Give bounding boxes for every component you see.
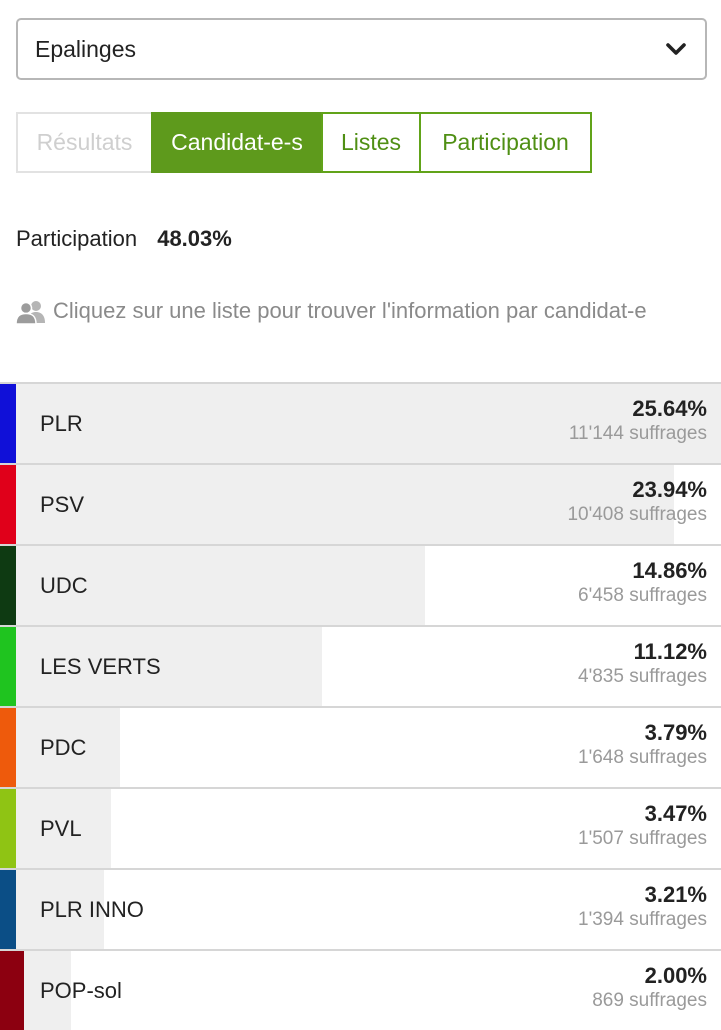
- party-list-row[interactable]: PSV 23.94% 10'408 suffrages: [0, 463, 721, 544]
- tab-listes-label: Listes: [340, 129, 402, 155]
- tab-listes[interactable]: Listes: [321, 112, 421, 173]
- tab-candidats[interactable]: Candidat-e-s: [151, 112, 323, 173]
- party-figures: 23.94% 10'408 suffrages: [567, 477, 707, 527]
- party-figures: 3.21% 1'394 suffrages: [578, 882, 707, 932]
- tab-participation-label: Participation: [442, 129, 569, 155]
- party-figures: 11.12% 4'835 suffrages: [578, 639, 707, 689]
- party-color-strip: [0, 708, 16, 787]
- party-figures: 14.86% 6'458 suffrages: [578, 558, 707, 608]
- party-votes: 6'458 suffrages: [578, 585, 707, 606]
- party-figures: 25.64% 11'144 suffrages: [569, 396, 707, 446]
- tab-candidats-label: Candidat-e-s: [171, 129, 303, 155]
- party-votes: 10'408 suffrages: [567, 504, 707, 525]
- party-figures: 3.79% 1'648 suffrages: [578, 720, 707, 770]
- tab-participation[interactable]: Participation: [419, 112, 592, 173]
- party-list-row[interactable]: PVL 3.47% 1'507 suffrages: [0, 787, 721, 868]
- party-name: PSV: [40, 492, 85, 517]
- party-color-strip: [0, 951, 24, 1030]
- users-icon: [16, 298, 46, 324]
- participation-summary: Participation 48.03%: [16, 226, 232, 252]
- party-votes: 869 suffrages: [592, 990, 707, 1011]
- tab-resultats: Résultats: [16, 112, 153, 173]
- party-name: UDC: [40, 573, 88, 598]
- party-color-strip: [0, 870, 16, 949]
- hint-message: Cliquez sur une liste pour trouver l'inf…: [16, 298, 647, 324]
- party-name: PDC: [40, 735, 87, 760]
- party-percent: 3.79%: [644, 720, 707, 745]
- party-color-strip: [0, 627, 16, 706]
- party-votes: 1'507 suffrages: [578, 828, 707, 849]
- party-votes: 1'648 suffrages: [578, 747, 707, 768]
- party-percent: 3.47%: [644, 801, 707, 826]
- party-list-results: PLR 25.64% 11'144 suffrages PSV 23.94% 10'408…: [0, 382, 721, 1030]
- tab-resultats-label: Résultats: [36, 129, 133, 155]
- participation-value: 48.03%: [157, 226, 232, 251]
- party-figures: 2.00% 869 suffrages: [592, 963, 707, 1013]
- commune-select[interactable]: Epalinges: [16, 18, 707, 80]
- party-list-row[interactable]: PLR INNO 3.21% 1'394 suffrages: [0, 868, 721, 949]
- party-color-strip: [0, 546, 16, 625]
- party-votes: 11'144 suffrages: [568, 423, 707, 444]
- party-color-strip: [0, 384, 16, 463]
- party-list-row[interactable]: PDC 3.79% 1'648 suffrages: [0, 706, 721, 787]
- party-name: PLR INNO: [40, 897, 144, 922]
- commune-select-value: Epalinges: [35, 35, 137, 62]
- party-color-strip: [0, 789, 16, 868]
- party-votes: 4'835 suffrages: [578, 666, 707, 687]
- participation-label: Participation: [16, 226, 138, 251]
- party-percent: 23.94%: [632, 477, 707, 502]
- hint-text: Cliquez sur une liste pour trouver l'inf…: [53, 298, 647, 323]
- party-list-row[interactable]: PLR 25.64% 11'144 suffrages: [0, 382, 721, 463]
- result-tabs: Résultats Candidat-e-s Listes Participat…: [16, 112, 592, 173]
- chevron-down-icon[interactable]: [664, 37, 688, 61]
- party-color-strip: [0, 465, 16, 544]
- party-votes: 1'394 suffrages: [578, 909, 707, 930]
- party-list-row[interactable]: UDC 14.86% 6'458 suffrages: [0, 544, 721, 625]
- party-name: PVL: [40, 816, 82, 841]
- party-name: PLR: [40, 411, 83, 436]
- party-figures: 3.47% 1'507 suffrages: [578, 801, 707, 851]
- party-list-row[interactable]: LES VERTS 11.12% 4'835 suffrages: [0, 625, 721, 706]
- party-percent: 14.86%: [632, 558, 707, 583]
- party-list-row[interactable]: POP-sol 2.00% 869 suffrages: [0, 949, 721, 1030]
- party-name: POP-sol: [40, 978, 122, 1003]
- party-percent: 3.21%: [644, 882, 707, 907]
- party-name: LES VERTS: [40, 654, 161, 679]
- party-percent: 25.64%: [632, 396, 707, 421]
- party-percent: 11.12%: [633, 639, 707, 664]
- party-percent: 2.00%: [644, 963, 707, 988]
